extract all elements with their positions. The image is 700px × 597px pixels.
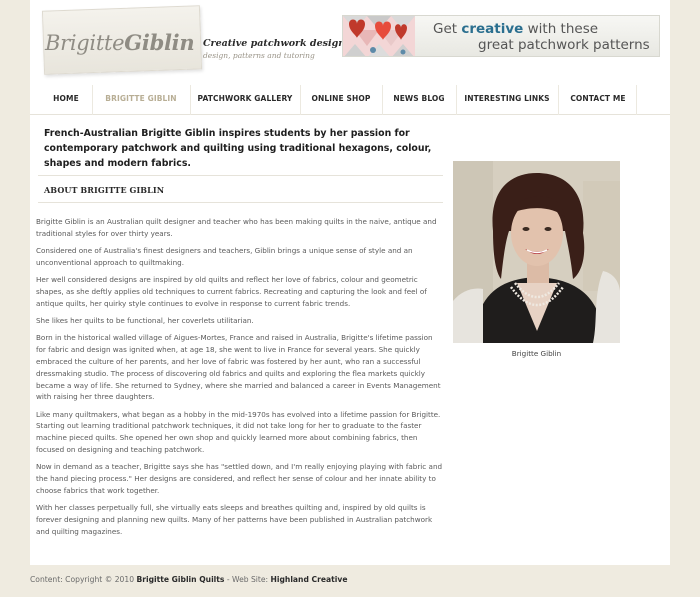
footer-mid: - Web Site: — [224, 575, 271, 584]
photo-caption: Brigitte Giblin — [511, 349, 562, 358]
footer-site-link[interactable]: Highland Creative — [271, 575, 348, 584]
nav-divider — [382, 85, 383, 115]
tagline-sub: design, patterns and tutoring — [203, 51, 315, 60]
banner-text-highlight: creative — [461, 21, 524, 37]
nav-contact-me[interactable]: CONTACT ME — [564, 85, 632, 115]
banner-text-post: with these — [523, 21, 599, 37]
nav-divider — [190, 85, 191, 115]
banner-headline: Get creative with these — [433, 21, 598, 37]
logo-last-name: Giblin — [124, 30, 195, 55]
divider — [38, 202, 443, 203]
nav-brigitte-giblin[interactable]: BRIGITTE GIBLIN — [98, 85, 184, 115]
nav-home[interactable]: HOME — [46, 85, 86, 115]
paragraph: Now in demand as a teacher, Brigitte say… — [36, 462, 443, 495]
nav-divider — [456, 85, 457, 115]
nav-interesting-links[interactable]: INTERESTING LINKS — [462, 85, 552, 115]
portrait-photo — [453, 161, 620, 343]
main-nav: HOME BRIGITTE GIBLIN PATCHWORK GALLERY O… — [30, 85, 670, 115]
nav-divider — [300, 85, 301, 115]
footer-owner-link[interactable]: Brigitte Giblin Quilts — [136, 575, 224, 584]
article-body: Brigitte Giblin is an Australian quilt d… — [36, 216, 444, 543]
paragraph: With her classes perpetually full, she v… — [36, 503, 433, 536]
intro-text: French-Australian Brigitte Giblin inspir… — [44, 128, 432, 169]
nav-divider — [558, 85, 559, 115]
nav-patchwork-gallery[interactable]: PATCHWORK GALLERY — [196, 85, 294, 115]
section-title: ABOUT BRIGITTE GIBLIN — [44, 185, 165, 195]
nav-divider — [636, 85, 637, 115]
header: BrigitteGiblin Creative patchwork design… — [30, 0, 670, 78]
nav-online-shop[interactable]: ONLINE SHOP — [306, 85, 376, 115]
nav-divider — [92, 85, 93, 115]
paragraph: Born in the historical walled village of… — [36, 333, 441, 402]
banner-text-pre: Get — [433, 21, 462, 37]
site-logo[interactable]: BrigitteGiblin — [45, 30, 195, 55]
paragraph: She likes her quilts to be functional, h… — [36, 316, 254, 326]
paragraph: Considered one of Australia's finest des… — [36, 246, 413, 267]
tagline: Creative patchwork design — [203, 38, 346, 49]
divider — [38, 175, 443, 176]
logo-first-name: Brigitte — [45, 31, 125, 55]
paragraph: Her well considered designs are inspired… — [36, 275, 427, 308]
banner-subline: great patchwork patterns — [478, 37, 650, 53]
quilt-hearts-image — [343, 16, 415, 56]
nav-news-blog[interactable]: NEWS BLOG — [388, 85, 450, 115]
paragraph: Brigitte Giblin is an Australian quilt d… — [36, 217, 437, 238]
page-container: BrigitteGiblin Creative patchwork design… — [30, 0, 670, 565]
footer: Content: Copyright © 2010 Brigitte Gibli… — [30, 575, 347, 584]
patterns-banner[interactable]: Get creative with these great patchwork … — [342, 15, 660, 57]
paragraph: Like many quiltmakers, what began as a h… — [36, 409, 441, 455]
footer-prefix: Content: Copyright © 2010 — [30, 575, 137, 584]
